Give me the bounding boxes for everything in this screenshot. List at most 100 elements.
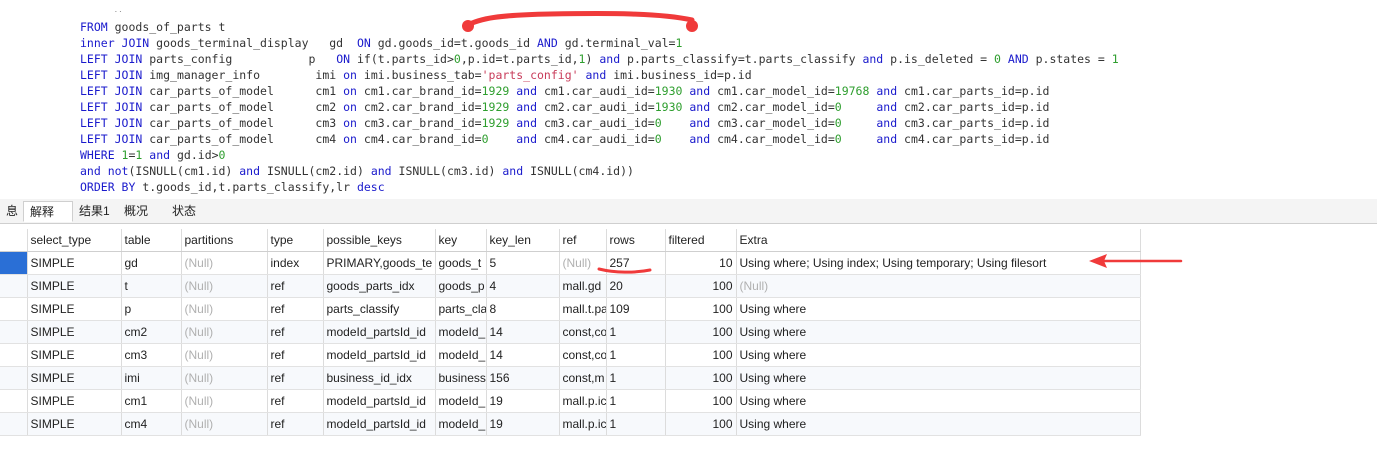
table-row[interactable]: SIMPLE imi (Null) ref business_id_idx busines… [0,366,1141,390]
cell-ref[interactable]: const,co [559,343,607,367]
cell-type[interactable]: ref [267,274,324,298]
cell-table[interactable]: t [121,274,182,298]
cell-possible-keys[interactable]: modeId_partsId_id [323,343,436,367]
tab-2[interactable]: 结果1 [73,201,118,222]
table-row[interactable]: SIMPLE cm3 (Null) ref modeId_partsId_id modeI… [0,343,1141,367]
cell-possible-keys[interactable]: PRIMARY,goods_te [323,251,436,275]
cell-possible-keys[interactable]: goods_parts_idx [323,274,436,298]
row-gutter[interactable] [0,320,28,344]
row-gutter[interactable] [0,297,28,321]
column-header-partitions[interactable]: partitions [181,229,268,252]
cell-select-type[interactable]: SIMPLE [27,274,122,298]
cell-key-len[interactable]: 8 [486,297,560,321]
cell-ref[interactable]: const,co [559,320,607,344]
cell-key-len[interactable]: 5 [486,251,560,275]
cell-possible-keys[interactable]: modeId_partsId_id [323,389,436,413]
cell-key-len[interactable]: 19 [486,412,560,436]
cell-rows[interactable]: 109 [606,297,666,321]
cell-partitions[interactable]: (Null) [181,366,268,390]
row-gutter[interactable] [0,343,28,367]
row-gutter[interactable] [0,274,28,298]
cell-key-len[interactable]: 156 [486,366,560,390]
cell-partitions[interactable]: (Null) [181,412,268,436]
cell-type[interactable]: ref [267,366,324,390]
cell-Extra[interactable]: (Null) [736,274,1141,298]
cell-type[interactable]: index [267,251,324,275]
table-row[interactable]: SIMPLE p (Null) ref parts_classify parts_cla 8… [0,297,1141,321]
tab-1[interactable]: 解释 [23,201,73,222]
cell-ref[interactable]: mall.p.ic [559,389,607,413]
cell-type[interactable]: ref [267,297,324,321]
cell-possible-keys[interactable]: business_id_idx [323,366,436,390]
table-row[interactable]: SIMPLE cm4 (Null) ref modeId_partsId_id modeI… [0,412,1141,436]
cell-partitions[interactable]: (Null) [181,320,268,344]
cell-partitions[interactable]: (Null) [181,251,268,275]
sql-editor[interactable]: y_ FROM goods_of_parts t inner JOIN goods… [0,0,1377,197]
cell-type[interactable]: ref [267,412,324,436]
cell-type[interactable]: ref [267,320,324,344]
table-row[interactable]: SIMPLE t (Null) ref goods_parts_idx goods_p 4 m… [0,274,1141,298]
cell-table[interactable]: cm1 [121,389,182,413]
cell-filtered[interactable]: 100 [665,412,737,436]
cell-Extra[interactable]: Using where [736,343,1141,367]
cell-partitions[interactable]: (Null) [181,389,268,413]
cell-partitions[interactable]: (Null) [181,343,268,367]
cell-filtered[interactable]: 10 [665,251,737,275]
cell-filtered[interactable]: 100 [665,297,737,321]
column-header-possible-keys[interactable]: possible_keys [323,229,436,252]
row-gutter[interactable] [0,251,28,275]
cell-rows[interactable]: 1 [606,320,666,344]
cell-key[interactable]: goods_p [435,274,487,298]
column-header-Extra[interactable]: Extra [736,229,1141,252]
column-header-filtered[interactable]: filtered [665,229,737,252]
cell-table[interactable]: p [121,297,182,321]
tab-0[interactable]: 息 [0,201,22,222]
sql-text[interactable]: y_ FROM goods_of_parts t inner JOIN goods… [80,7,1119,195]
cell-select-type[interactable]: SIMPLE [27,320,122,344]
column-header-type[interactable]: type [267,229,324,252]
cell-ref[interactable]: mall.gd [559,274,607,298]
tab-4[interactable]: 状态 [166,201,208,222]
column-header-table[interactable]: table [121,229,182,252]
cell-Extra[interactable]: Using where [736,389,1141,413]
cell-key[interactable]: modeId_ [435,389,487,413]
cell-Extra[interactable]: Using where [736,320,1141,344]
tab-3[interactable]: 概况 [118,201,166,222]
cell-type[interactable]: ref [267,343,324,367]
cell-select-type[interactable]: SIMPLE [27,389,122,413]
cell-key[interactable]: business [435,366,487,390]
cell-ref[interactable]: mall.t.pa [559,297,607,321]
cell-table[interactable]: gd [121,251,182,275]
cell-Extra[interactable]: Using where; Using index; Using temporar… [736,251,1141,275]
cell-table[interactable]: cm3 [121,343,182,367]
cell-key[interactable]: modeId_ [435,412,487,436]
cell-Extra[interactable]: Using where [736,412,1141,436]
cell-Extra[interactable]: Using where [736,297,1141,321]
cell-table[interactable]: imi [121,366,182,390]
cell-select-type[interactable]: SIMPLE [27,251,122,275]
column-header-rows[interactable]: rows [606,229,666,252]
cell-key[interactable]: parts_cla [435,297,487,321]
cell-table[interactable]: cm4 [121,412,182,436]
cell-partitions[interactable]: (Null) [181,297,268,321]
table-row[interactable]: SIMPLE cm2 (Null) ref modeId_partsId_id modeI… [0,320,1141,344]
column-header-select-type[interactable]: select_type [27,229,122,252]
cell-select-type[interactable]: SIMPLE [27,366,122,390]
cell-possible-keys[interactable]: parts_classify [323,297,436,321]
row-gutter[interactable] [0,389,28,413]
cell-key-len[interactable]: 19 [486,389,560,413]
cell-key[interactable]: modeId_ [435,320,487,344]
cell-filtered[interactable]: 100 [665,389,737,413]
cell-filtered[interactable]: 100 [665,366,737,390]
cell-Extra[interactable]: Using where [736,366,1141,390]
cell-key[interactable]: goods_t [435,251,487,275]
cell-ref[interactable]: const,m [559,366,607,390]
column-header-key-len[interactable]: key_len [486,229,560,252]
cell-partitions[interactable]: (Null) [181,274,268,298]
cell-possible-keys[interactable]: modeId_partsId_id [323,412,436,436]
cell-ref[interactable]: (Null) [559,251,607,275]
cell-table[interactable]: cm2 [121,320,182,344]
cell-rows[interactable]: 1 [606,412,666,436]
cell-key-len[interactable]: 14 [486,343,560,367]
explain-grid[interactable]: select_type table partitions type possible_k… [0,229,1141,436]
